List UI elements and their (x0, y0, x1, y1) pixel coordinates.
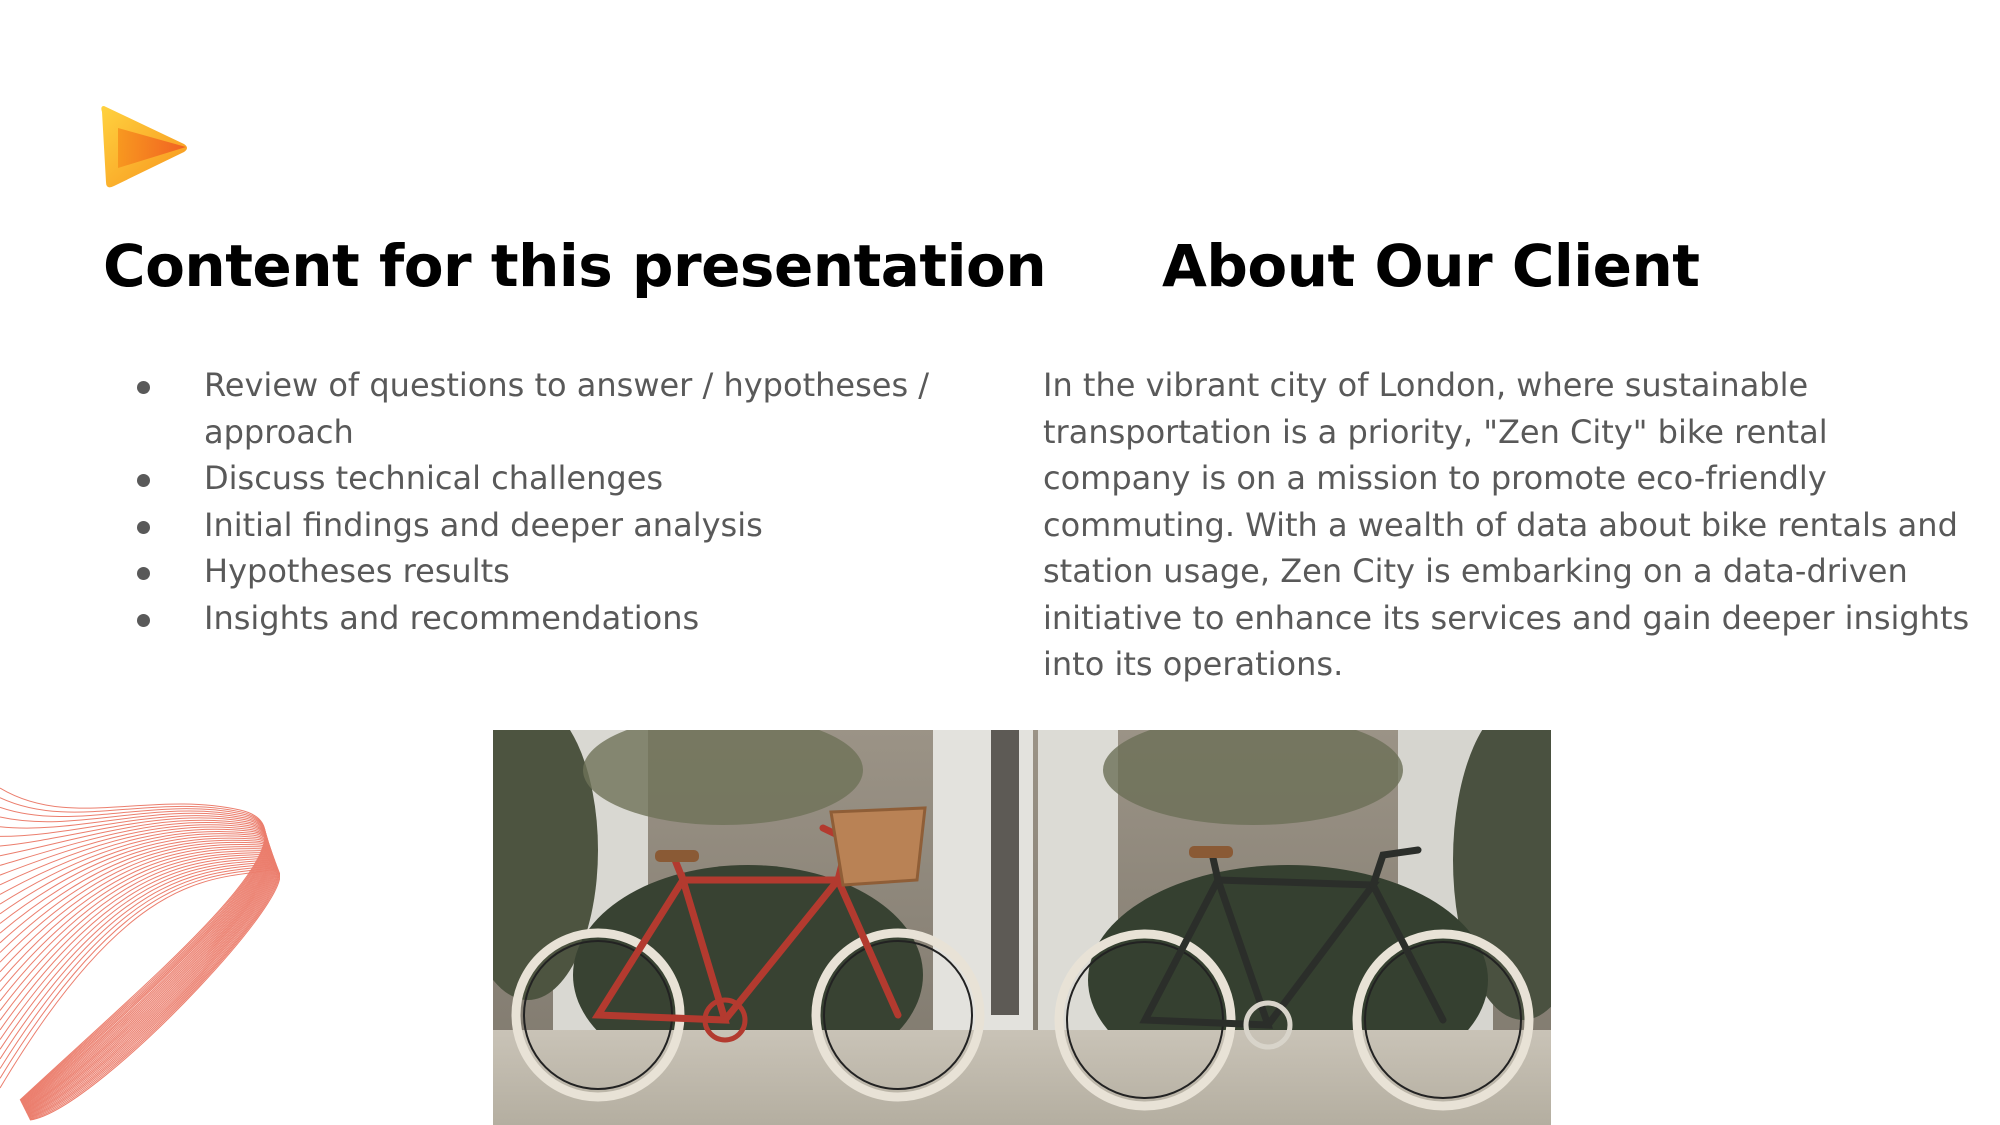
about-client-heading: About Our Client (1162, 232, 1700, 300)
decorative-wave-lines (0, 787, 280, 1121)
wave-line (0, 855, 277, 1116)
agenda-item: Hypotheses results (132, 548, 952, 595)
wave-line (0, 835, 271, 1110)
agenda-item-text: Discuss technical challenges (204, 459, 664, 497)
agenda-item: Discuss technical challenges (132, 455, 952, 502)
agenda-item-text: Review of questions to answer / hypothes… (204, 366, 930, 451)
agenda-list: Review of questions to answer / hypothes… (132, 362, 952, 641)
about-client-paragraph: In the vibrant city of London, where sus… (1043, 366, 1970, 683)
wave-line (0, 852, 276, 1115)
play-triangle-logo-icon (101, 106, 187, 188)
bullet-dot-icon (137, 474, 150, 487)
bullet-dot-icon (137, 520, 150, 534)
bullet-dot-icon (137, 613, 150, 627)
wave-line (0, 833, 271, 1109)
bicycles-photo (493, 730, 1551, 1125)
wave-line (0, 850, 275, 1114)
slide: Content for this presentation About Our … (0, 0, 2000, 1125)
wave-line (0, 848, 275, 1114)
bullet-dot-icon (137, 381, 150, 394)
agenda-item-text: Insights and recommendations (204, 598, 700, 637)
bullet-dot-icon (137, 567, 150, 580)
content-heading: Content for this presentation (103, 232, 1047, 300)
agenda-item-text: Initial findings and deeper analysis (204, 505, 763, 544)
wave-line (0, 861, 278, 1118)
agenda-item: Initial findings and deeper analysis (132, 502, 952, 549)
agenda-item: Insights and recommendations (132, 595, 952, 642)
agenda-item-text: Hypotheses results (204, 552, 510, 590)
agenda-item: Review of questions to answer / hypothes… (132, 362, 952, 455)
wave-line (0, 844, 274, 1113)
